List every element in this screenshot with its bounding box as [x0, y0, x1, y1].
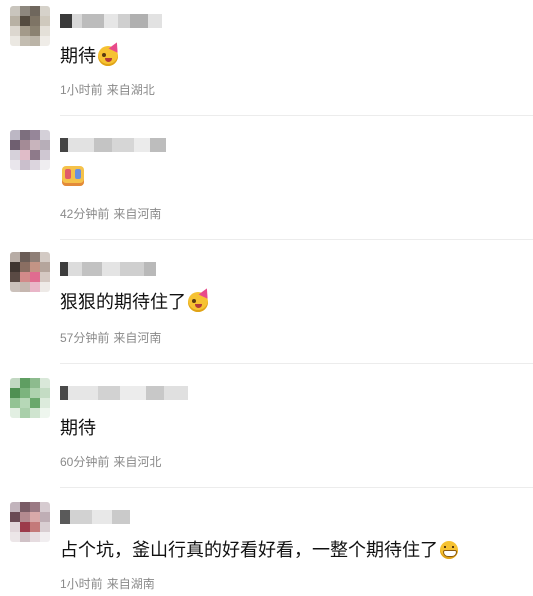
comment-text: 期待: [60, 416, 96, 440]
comment-item: 狠狠的期待住了 57分钟前 来自河南: [0, 240, 533, 364]
username[interactable]: [60, 10, 180, 32]
comment-item: 占个坑，釜山行真的好看好看，一整个期待住了 1小时前 来自湖南: [0, 488, 533, 596]
avatar[interactable]: [10, 252, 50, 292]
comment-time: 1小时前: [60, 577, 103, 591]
username[interactable]: [60, 506, 140, 528]
comment-location: 来自湖南: [106, 577, 155, 591]
comment-text: 狠狠的期待住了: [60, 286, 212, 314]
comment-location: 来自河南: [113, 207, 162, 221]
comment-location: 来自湖北: [106, 83, 155, 97]
comment-time: 60分钟前: [60, 455, 110, 469]
comment-meta: 60分钟前 来自河北: [60, 454, 161, 470]
comment-location: 来自河北: [113, 455, 162, 469]
clapper-icon: [62, 166, 84, 186]
grin-face-icon: [440, 541, 458, 559]
comment-text-content: 占个坑，釜山行真的好看好看，一整个期待住了: [60, 540, 438, 560]
avatar[interactable]: [10, 502, 50, 542]
comment-item: 42分钟前 来自河南: [0, 116, 533, 240]
username[interactable]: [60, 382, 210, 404]
username[interactable]: [60, 258, 180, 280]
avatar[interactable]: [10, 130, 50, 170]
comment-text: 占个坑，釜山行真的好看好看，一整个期待住了: [60, 538, 458, 562]
comment-text-content: 期待: [60, 46, 96, 66]
party-face-icon: [188, 286, 212, 312]
avatar[interactable]: [10, 378, 50, 418]
comment-text: [60, 166, 84, 186]
comment-item: 期待 1小时前 来自湖北: [0, 0, 533, 116]
party-face-icon: [98, 40, 122, 66]
comment-text: 期待: [60, 40, 122, 68]
comment-meta: 42分钟前 来自河南: [60, 206, 161, 222]
username[interactable]: [60, 134, 180, 156]
comment-meta: 1小时前 来自湖南: [60, 576, 155, 592]
comment-time: 1小时前: [60, 83, 103, 97]
avatar[interactable]: [10, 6, 50, 46]
comment-time: 57分钟前: [60, 331, 110, 345]
comment-meta: 1小时前 来自湖北: [60, 82, 155, 98]
comment-text-content: 狠狠的期待住了: [60, 292, 186, 312]
comment-time: 42分钟前: [60, 207, 110, 221]
comment-text-content: 期待: [60, 418, 96, 438]
comment-item: 期待 60分钟前 来自河北: [0, 364, 533, 488]
comment-location: 来自河南: [113, 331, 162, 345]
comment-meta: 57分钟前 来自河南: [60, 330, 161, 346]
